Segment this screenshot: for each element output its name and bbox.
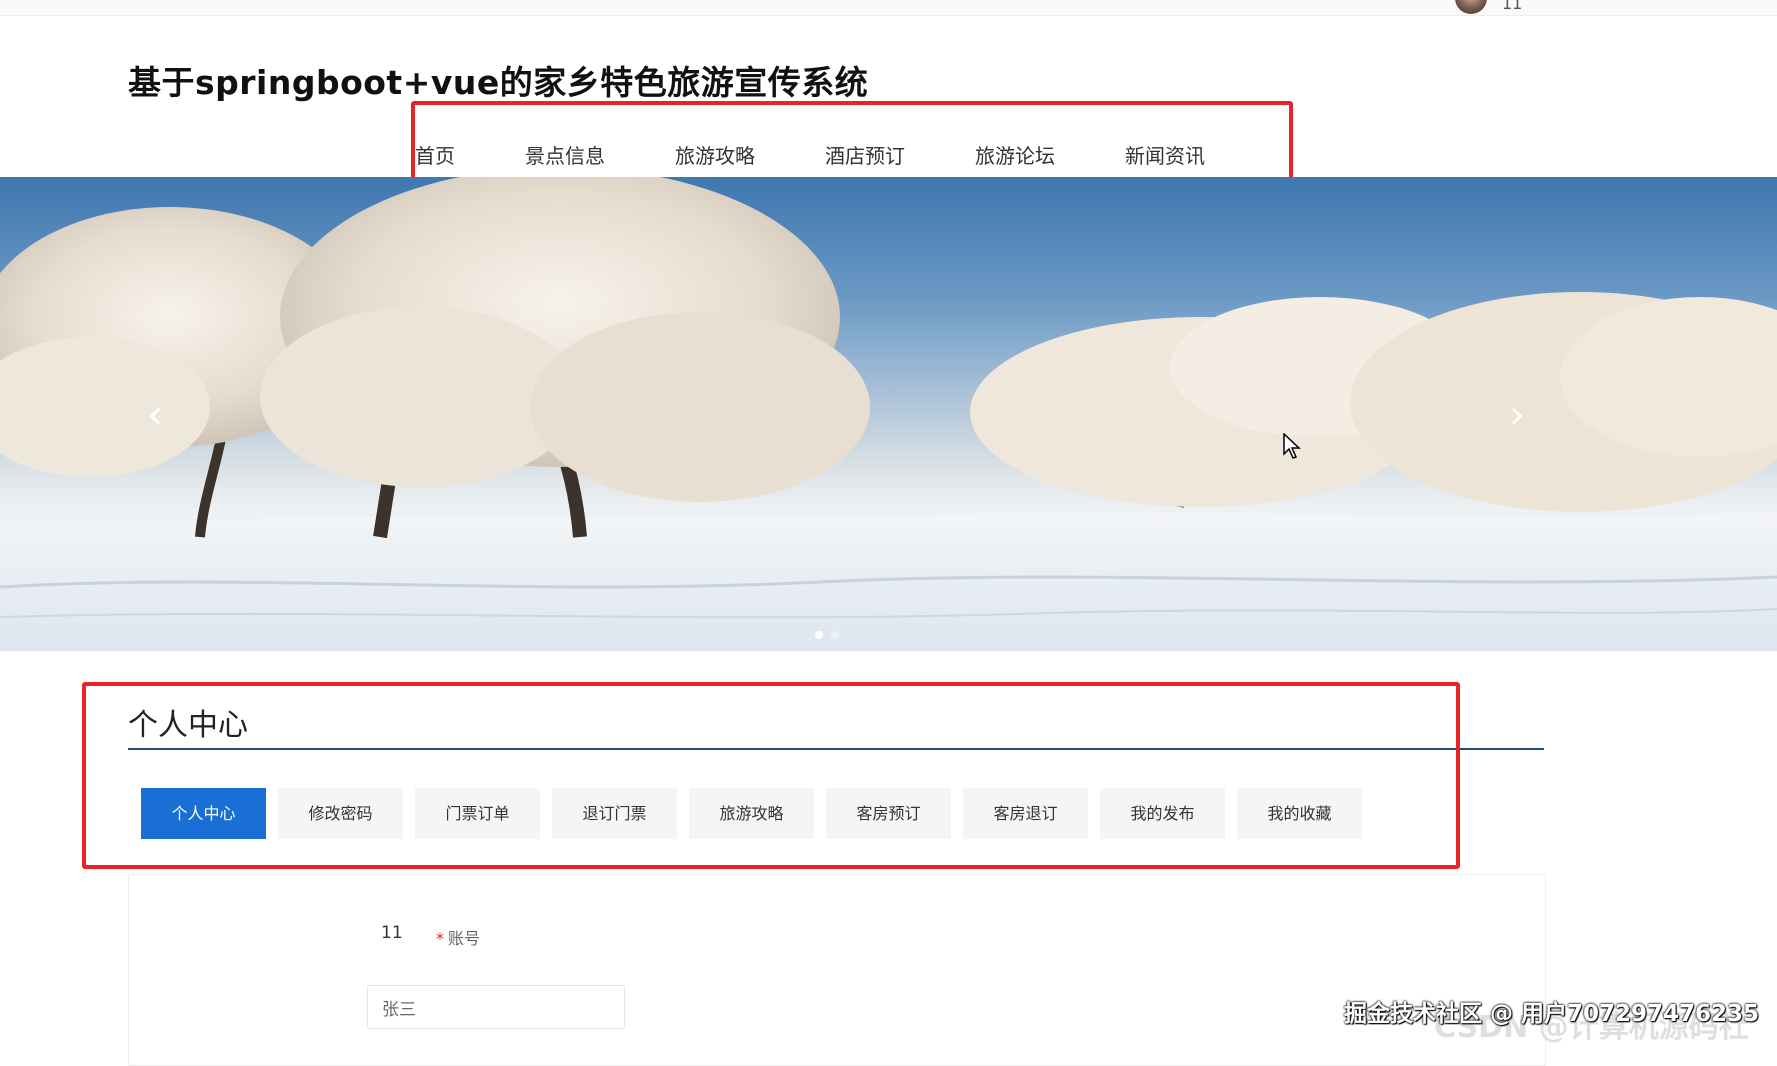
chevron-left-icon: ‹ <box>147 392 163 438</box>
tab-ticket-orders[interactable]: 门票订单 <box>415 788 540 839</box>
site-title: 基于springboot+vue的家乡特色旅游宣传系统 <box>128 63 869 102</box>
name-input[interactable] <box>367 985 625 1029</box>
account-value: 11 <box>381 923 403 943</box>
carousel-next-button[interactable]: › <box>1500 391 1534 439</box>
section-title: 个人中心 <box>128 708 248 743</box>
profile-tabs: 个人中心 修改密码 门票订单 退订门票 旅游攻略 客房预订 客房退订 我的发布 … <box>141 788 1362 839</box>
nav-item-forum[interactable]: 旅游论坛 <box>975 140 1055 170</box>
mouse-cursor-icon <box>1283 433 1301 459</box>
nav-item-news[interactable]: 新闻资讯 <box>1125 140 1205 170</box>
account-label-text: 账号 <box>447 929 480 948</box>
required-mark: * <box>435 929 444 948</box>
carousel-dot[interactable] <box>831 631 839 639</box>
nav-item-guides[interactable]: 旅游攻略 <box>675 140 755 170</box>
user-name[interactable]: 11 <box>1502 0 1522 13</box>
account-label: * 账号 <box>436 925 480 949</box>
tab-my-favorites[interactable]: 我的收藏 <box>1237 788 1362 839</box>
form-row-account: * 账号 11 <box>129 915 1545 963</box>
tab-room-cancel[interactable]: 客房退订 <box>963 788 1088 839</box>
tab-travel-guides[interactable]: 旅游攻略 <box>689 788 814 839</box>
chevron-right-icon: › <box>1509 392 1525 438</box>
annotation-box-tabs <box>82 682 1460 869</box>
carousel-dot[interactable] <box>815 631 823 639</box>
section-divider <box>128 748 1544 750</box>
avatar[interactable] <box>1455 0 1487 14</box>
tab-change-password[interactable]: 修改密码 <box>278 788 403 839</box>
tab-room-booking[interactable]: 客房预订 <box>826 788 951 839</box>
tab-my-posts[interactable]: 我的发布 <box>1100 788 1225 839</box>
top-bar: 11 <box>0 0 1777 16</box>
tab-ticket-refunds[interactable]: 退订门票 <box>552 788 677 839</box>
main-nav: 首页 景点信息 旅游攻略 酒店预订 旅游论坛 新闻资讯 <box>415 140 1205 170</box>
juejin-watermark: 掘金技术社区 @ 用户707297476235 <box>1344 1001 1760 1027</box>
carousel-indicators <box>815 631 839 639</box>
tab-profile[interactable]: 个人中心 <box>141 788 266 839</box>
profile-form: *账号 11 姓名 <box>128 874 1546 1066</box>
carousel-prev-button[interactable]: ‹ <box>138 391 172 439</box>
nav-item-attractions[interactable]: 景点信息 <box>525 140 605 170</box>
nav-item-home[interactable]: 首页 <box>415 140 455 170</box>
banner-carousel[interactable]: ‹ › <box>0 177 1777 651</box>
nav-item-hotels[interactable]: 酒店预订 <box>825 140 905 170</box>
form-row-name: 姓名 <box>129 985 1545 1033</box>
